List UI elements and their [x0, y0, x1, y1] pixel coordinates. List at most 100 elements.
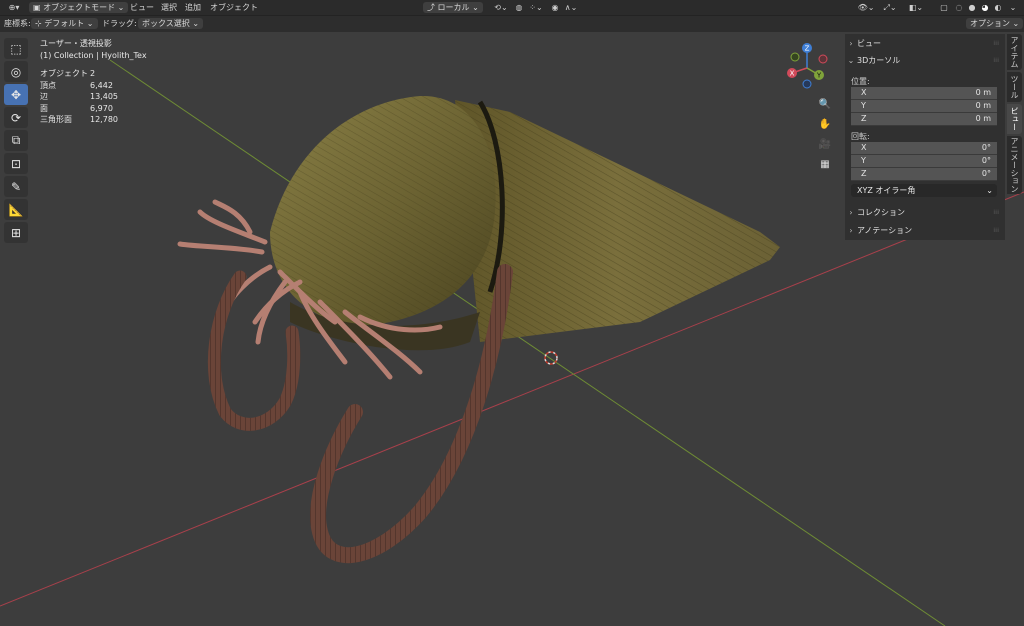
chevron-down-icon: ⌄ [986, 186, 993, 195]
shading-rendered-icon[interactable]: ◐ [992, 2, 1004, 13]
drag-grip-icon[interactable]: ⁞⁞⁞ [993, 223, 999, 238]
chevron-down-icon: ⌄ [192, 19, 200, 28]
snap-icon[interactable]: ◍ [513, 2, 525, 13]
overlay-toggle-icon[interactable]: ◧⌄ [906, 2, 926, 13]
orientation-icon: ⤴ [427, 3, 435, 12]
menu-select[interactable]: 選択 [161, 2, 177, 13]
chevron-down-icon: ⌄ [472, 3, 479, 12]
transform-tool-icon[interactable]: ⊡ [4, 153, 28, 174]
tool-header: 座標系: ⊹ デフォルト ⌄ ドラッグ: ボックス選択 ⌄ オプション ⌄ [0, 16, 1024, 32]
orientation-label: ローカル [437, 3, 470, 12]
panel-annotation-header[interactable]: › アノテーション ⁞⁞⁞ [845, 223, 1005, 238]
chevron-down-icon: ⌄ [86, 19, 94, 28]
proportional-edit-icon[interactable]: ◉ [549, 2, 561, 13]
drag-dropdown[interactable]: ボックス選択 ⌄ [138, 18, 204, 29]
snap-target-icon[interactable]: ⁘⌄ [526, 2, 546, 13]
camera-icon[interactable]: 🎥 [816, 136, 834, 153]
move-tool-icon[interactable]: ✥ [4, 84, 28, 105]
chevron-down-icon: ⌄ [847, 56, 855, 65]
drag-grip-icon[interactable]: ⁞⁞⁞ [993, 205, 999, 220]
viewport-header: ⊕▾ ▣ オブジェクトモード ⌄ ビュー 選択 追加 オブジェクト ⤴ ローカル… [0, 0, 1024, 16]
measure-tool-icon[interactable]: 📐 [4, 199, 28, 220]
visibility-icon[interactable]: 👁⌄ [855, 2, 877, 13]
orientation-dropdown[interactable]: ⊹ デフォルト ⌄ [31, 18, 98, 29]
options-dropdown[interactable]: オプション ⌄ [966, 18, 1024, 29]
tab-animation[interactable]: アニメーション [1007, 136, 1022, 194]
chevron-down-icon: ⌄ [117, 3, 125, 12]
navigation-gizmo[interactable]: Z Y X [784, 42, 832, 90]
orientation-axes-icon: ⊹ [35, 19, 42, 28]
tab-tool[interactable]: ツール [1007, 72, 1022, 102]
add-cube-tool-icon[interactable]: ⊞ [4, 222, 28, 243]
active-collection: (1) Collection | Hyolith_Tex [40, 50, 147, 60]
mode-selector[interactable]: ▣ オブジェクトモード ⌄ [29, 2, 129, 13]
transform-orientation-dropdown[interactable]: ⤴ ローカル ⌄ [423, 2, 483, 13]
shading-solid-icon[interactable]: ● [966, 2, 978, 13]
cursor-rotation-z[interactable]: Z 0° [851, 168, 997, 181]
panel-3d-cursor-header[interactable]: ⌄ 3Dカーソル ⁞⁞⁞ [845, 53, 1005, 68]
pan-hand-icon[interactable]: ✋ [816, 116, 834, 133]
shading-wireframe-icon[interactable]: ◌ [953, 2, 965, 13]
tab-item[interactable]: アイテム [1007, 34, 1022, 70]
panel-view-header[interactable]: › ビュー ⁞⁞⁞ [845, 36, 1005, 51]
gizmo-neg-y[interactable] [790, 52, 800, 62]
stat-row: 三角形面 12,780 [40, 115, 118, 124]
menu-add[interactable]: 追加 [185, 2, 201, 13]
pivot-point-icon[interactable]: ⟲⌄ [490, 2, 512, 13]
gizmo-neg-z[interactable] [802, 79, 812, 89]
stat-row: 面 6,970 [40, 103, 113, 113]
rotation-mode-dropdown[interactable]: XYZ オイラー角 ⌄ [851, 184, 997, 197]
viewport-text-info: ユーザー・透視投影 (1) Collection | Hyolith_Tex オ… [40, 38, 147, 126]
sidebar-n-panel: › ビュー ⁞⁞⁞ ⌄ 3Dカーソル ⁞⁞⁞ 位置: X0 m Y0 m Z0 m … [845, 34, 1005, 240]
rotate-tool-icon[interactable]: ⟳ [4, 107, 28, 128]
chevron-right-icon: › [849, 226, 853, 235]
drag-grip-icon[interactable]: ⁞⁞⁞ [993, 53, 999, 68]
drag-label: ドラッグ: [102, 19, 137, 28]
xray-icon[interactable]: ▢ [938, 2, 950, 13]
cursor-rotation-x[interactable]: X 0° [851, 142, 997, 155]
chevron-right-icon: › [849, 39, 853, 48]
perspective-grid-icon[interactable]: ▦ [816, 156, 834, 173]
drag-value: ボックス選択 [142, 19, 190, 28]
cursor-rotation-y[interactable]: Y 0° [851, 155, 997, 168]
location-label: 位置: [851, 77, 870, 86]
chevron-down-icon: ⌄ [1012, 19, 1020, 28]
sidebar-tabs: アイテム ツール ビュー アニメーション [1007, 34, 1024, 196]
rotation-mode-value: XYZ オイラー角 [857, 186, 916, 195]
falloff-icon[interactable]: ∧⌄ [563, 2, 579, 13]
tab-view[interactable]: ビュー [1007, 104, 1022, 134]
3d-cursor[interactable] [544, 351, 558, 365]
zoom-icon[interactable]: 🔍 [816, 96, 834, 113]
tool-shelf: ⬚ ◎ ✥ ⟳ ⧉ ⊡ ✎ 📐 ⊞ [4, 38, 30, 245]
cursor-location-x[interactable]: X0 m [851, 87, 997, 100]
object-mode-icon: ▣ [33, 3, 41, 12]
menu-view[interactable]: ビュー [130, 2, 154, 13]
stat-row: 辺 13,405 [40, 92, 118, 101]
drag-grip-icon[interactable]: ⁞⁞⁞ [993, 36, 999, 51]
view-name: ユーザー・透視投影 [40, 39, 112, 48]
cursor-location-y[interactable]: Y0 m [851, 100, 997, 113]
svg-text:X: X [790, 70, 795, 78]
rotation-label: 回転: [851, 132, 870, 141]
svg-text:Y: Y [816, 72, 822, 80]
cursor-tool-icon[interactable]: ◎ [4, 61, 28, 82]
svg-text:Z: Z [805, 45, 810, 53]
panel-collection-header[interactable]: › コレクション ⁞⁞⁞ [845, 205, 1005, 220]
menu-object[interactable]: オブジェクト [210, 2, 258, 13]
select-box-tool-icon[interactable]: ⬚ [4, 38, 28, 59]
orientation-label: 座標系: [4, 19, 31, 28]
stat-row: オブジェクト 2 [40, 69, 96, 78]
orientation-value: デフォルト [44, 19, 85, 28]
annotate-tool-icon[interactable]: ✎ [4, 176, 28, 197]
stat-row: 頂点 6,442 [40, 80, 113, 90]
scale-tool-icon[interactable]: ⧉ [4, 130, 28, 151]
gizmo-neg-x[interactable] [818, 54, 828, 64]
gizmo-toggle-icon[interactable]: ⤢⌄ [880, 2, 900, 13]
editor-type-icon[interactable]: ⊕▾ [4, 2, 24, 13]
cursor-location-z[interactable]: Z0 m [851, 113, 997, 126]
shading-material-icon[interactable]: ◕ [979, 2, 991, 13]
shading-options-icon[interactable]: ⌄ [1007, 2, 1019, 13]
options-label: オプション [970, 19, 1010, 28]
mode-label: オブジェクトモード [43, 3, 116, 12]
chevron-right-icon: › [849, 208, 853, 217]
